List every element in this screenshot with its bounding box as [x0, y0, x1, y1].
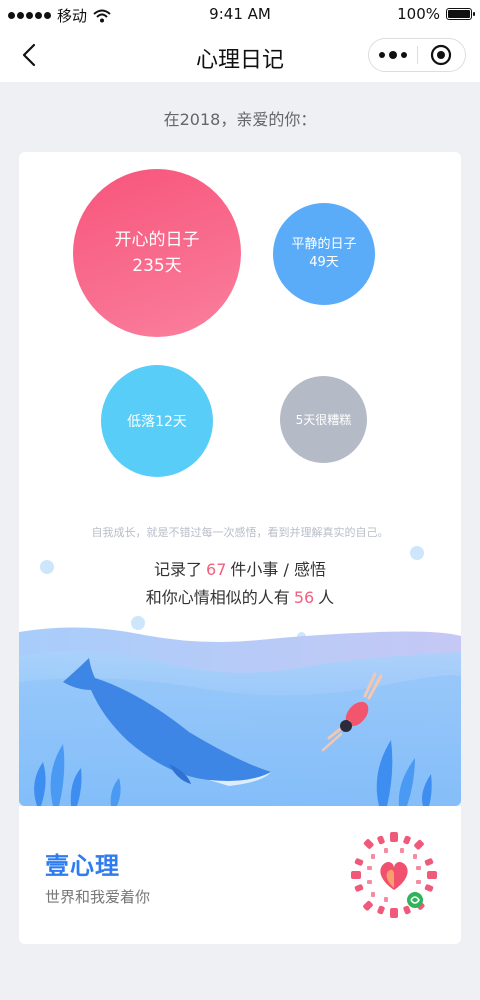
- mini-program-capsule: [368, 38, 466, 72]
- more-icon: [378, 51, 407, 59]
- mood-bubble-bad: 5天很糟糕: [280, 376, 367, 463]
- greeting-text: 在2018，亲爱的你：: [163, 110, 317, 129]
- mood-happy-count: 235天: [132, 256, 182, 276]
- mood-calm-count: 49天: [309, 255, 339, 270]
- battery-icon: [446, 8, 475, 20]
- similar-prefix: 和你心情相似的人有: [145, 588, 290, 607]
- brand-name: 壹心理: [45, 852, 120, 880]
- records-count: 67: [206, 560, 227, 579]
- ocean-illustration: [19, 627, 461, 806]
- motto-text: 自我成长，就是不错过每一次感悟，看到并理解真实的自己。: [91, 526, 389, 539]
- similar-count: 56: [293, 588, 315, 607]
- records-prefix: 记录了: [154, 560, 203, 579]
- mood-calm-label: 平静的日子: [291, 237, 357, 252]
- status-bar: 移动 9:41 AM 100%: [0, 0, 480, 30]
- mood-bad-label: 5天很糟糕: [295, 413, 352, 427]
- records-suffix: 件小事 / 感悟: [230, 560, 326, 579]
- mood-low-label: 低落12天: [127, 414, 187, 430]
- mood-bubble-low: 低落12天: [101, 365, 213, 477]
- nav-bar: 心理日记: [0, 30, 480, 82]
- more-button[interactable]: [369, 39, 417, 71]
- brand-footer: 壹心理 世界和我爱着你: [19, 806, 461, 944]
- records-stat: 记录了 67 件小事 / 感悟: [19, 556, 461, 580]
- battery-percent: 100%: [397, 5, 440, 23]
- close-button[interactable]: [418, 39, 466, 71]
- status-right: 100%: [397, 5, 475, 23]
- summary-card: 开心的日子 235天 平静的日子 49天 低落12天 5天很糟糕 自我成长，就是…: [19, 152, 461, 806]
- brand-slogan: 世界和我爱着你: [45, 888, 151, 906]
- mini-program-code[interactable]: [349, 830, 439, 920]
- mood-happy-label: 开心的日子: [114, 230, 200, 250]
- similar-stat: 和你心情相似的人有 56 人: [19, 584, 461, 608]
- similar-suffix: 人: [318, 588, 335, 607]
- close-target-icon: [431, 44, 452, 66]
- mood-bubble-calm: 平静的日子 49天: [273, 203, 375, 305]
- mood-bubble-happy: 开心的日子 235天: [73, 169, 241, 337]
